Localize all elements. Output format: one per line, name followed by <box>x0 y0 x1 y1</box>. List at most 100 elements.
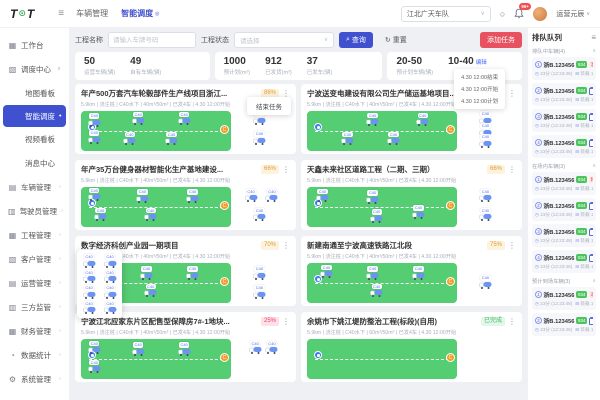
queue-item[interactable]: 2 浙B.123456 934 ◷ 23分 (12:23:48) <box>532 83 596 106</box>
sidebar-item[interactable]: ▥ 驾驶员管理 › <box>0 199 69 223</box>
queue-section-header[interactable]: 在场内车辆(3) ∧ <box>532 162 596 170</box>
copy-icon[interactable] <box>589 317 593 325</box>
notifications[interactable]: 99+ <box>514 8 524 19</box>
queue-item[interactable]: 4 浙B.123456 934 ◷ 23分 (12:23:48) <box>532 250 596 273</box>
queue-item[interactable]: 4 浙B.123456 934 ◷ 23分 (12:23:48) <box>532 135 596 158</box>
truck-icon[interactable]: C40 <box>366 266 380 280</box>
truck-icon[interactable]: C40 <box>412 266 426 280</box>
sidebar-item[interactable]: ▤ 运营管理 › <box>0 271 69 295</box>
truck-icon[interactable]: C40 <box>131 112 145 126</box>
more-menu-icon[interactable]: ⋮ <box>508 89 516 98</box>
truck-icon[interactable]: C40 <box>103 254 117 268</box>
truck-icon[interactable]: C40 <box>82 301 96 315</box>
project-card[interactable]: 天鑫未来社区道路工程（二期、三期） 66% ⋮ 5.9km | 浇注桩 | C4… <box>301 160 522 230</box>
schedule-popup-row[interactable]: 4.30 12:00计划 <box>454 95 505 107</box>
truck-icon[interactable]: C40 <box>82 285 96 299</box>
more-menu-icon[interactable]: ⋮ <box>282 317 290 326</box>
truck-icon[interactable]: C40 <box>87 341 101 355</box>
collapse-icon[interactable]: ∧ <box>592 48 596 54</box>
sidebar-item[interactable]: ▦ 财务管理 › <box>0 319 69 343</box>
truck-icon[interactable]: C40 <box>165 132 179 146</box>
more-menu-icon[interactable]: ⋮ <box>282 241 290 250</box>
sidebar-item[interactable]: ▦ 工作台 <box>0 33 69 57</box>
truck-icon[interactable]: C40 <box>144 208 158 222</box>
queue-filter-icon[interactable]: ≡ <box>591 33 596 42</box>
truck-icon[interactable]: C40 <box>366 113 380 127</box>
user-menu[interactable]: 运营元辰 ∨ <box>556 9 590 19</box>
add-task-button[interactable]: 添加任务 <box>480 32 522 48</box>
waiting-truck-icon[interactable]: C40 <box>248 341 262 355</box>
queue-item[interactable]: 3 浙B.123456 934 ◷ 23分 (12:23:48) <box>532 224 596 247</box>
more-menu-icon[interactable]: ⋮ <box>282 165 290 174</box>
truck-icon[interactable]: C40 <box>123 132 137 146</box>
waiting-truck-icon[interactable]: C40 <box>252 208 266 222</box>
waiting-truck-icon[interactable]: C40 <box>478 134 492 148</box>
truck-icon[interactable]: C40 <box>87 130 101 144</box>
truck-icon[interactable]: C40 <box>340 132 354 146</box>
copy-icon[interactable] <box>589 87 593 95</box>
project-card[interactable]: 数字经济科创产业园一期项目 70% ⋮ 5.9km | 浇注桩 | C40水下 … <box>75 236 296 306</box>
sidebar-item[interactable]: 视频看板 <box>0 127 69 151</box>
truck-icon[interactable]: C40 <box>386 132 400 146</box>
sidebar-item[interactable]: 消息中心 <box>0 151 69 175</box>
truck-icon[interactable]: C40 <box>320 265 334 279</box>
truck-icon[interactable]: C40 <box>370 209 384 223</box>
queue-item[interactable]: 1 浙B.123456 934 混(3m³) ◷ 23分 (12:2 <box>532 57 596 80</box>
topbar-tab[interactable]: 智能调度 ◎ <box>121 8 159 19</box>
waiting-truck-icon[interactable]: C40 <box>244 189 258 203</box>
sidebar-item[interactable]: ▤ 车辆管理 › <box>0 175 69 199</box>
collapse-menu-icon[interactable]: ≡ <box>58 8 64 19</box>
end-task-menu-item[interactable]: 结束任务 <box>256 104 282 111</box>
waiting-truck-icon[interactable]: C40 <box>265 189 279 203</box>
waiting-truck-icon[interactable]: C40 <box>252 131 266 145</box>
more-menu-icon[interactable]: ⋮ <box>508 317 516 326</box>
waiting-truck-icon[interactable]: C40 <box>252 285 266 299</box>
reset-button[interactable]: ↻ 重置 <box>378 32 414 48</box>
truck-icon[interactable]: C40 <box>144 284 158 298</box>
queue-item[interactable]: 1 浙B.123456 934 卸(3m³) ◷ 23分 (12:2 <box>532 172 596 195</box>
sidebar-item[interactable]: ▧ 客户管理 › <box>0 247 69 271</box>
topbar-tab[interactable]: 车辆管理 <box>76 8 108 19</box>
edit-link[interactable]: 编辑 <box>476 58 487 66</box>
copy-icon[interactable] <box>589 254 593 262</box>
schedule-popup-row[interactable]: 4.30 12:00结束 <box>454 71 505 83</box>
waiting-truck-icon[interactable]: C40 <box>478 208 492 222</box>
truck-icon[interactable]: C40 <box>94 208 108 222</box>
sidebar-item[interactable]: ⚙ 系统管理 › <box>0 367 69 391</box>
sidebar-item[interactable]: 智能调度 • <box>3 105 66 127</box>
queue-item[interactable]: 3 浙B.123456 934 ◷ 23分 (12:23:48) <box>532 109 596 132</box>
waiting-truck-icon[interactable]: C40 <box>265 341 279 355</box>
copy-icon[interactable] <box>589 113 593 121</box>
truck-icon[interactable]: C40 <box>135 189 149 203</box>
sidebar-item[interactable]: 地图看板 <box>0 81 69 105</box>
waiting-truck-icon[interactable]: C40 <box>478 189 492 203</box>
avatar[interactable] <box>533 7 547 21</box>
truck-icon[interactable]: C40 <box>103 270 117 284</box>
schedule-popup[interactable]: 4.30 12:00结束 4.30 12:00开始 4.30 12:00计划 <box>454 69 505 109</box>
truck-icon[interactable]: C40 <box>103 301 117 315</box>
truck-icon[interactable]: C40 <box>177 112 191 126</box>
truck-icon[interactable]: C40 <box>87 360 101 374</box>
waiting-truck-icon[interactable]: C40 <box>252 266 266 280</box>
fleet-select[interactable]: 江北广天车队 ∨ <box>401 6 491 22</box>
schedule-popup-row[interactable]: 4.30 12:00开始 <box>454 83 505 95</box>
queue-section-header[interactable]: 预计到场车辆(3) ∧ <box>532 277 596 285</box>
truck-icon[interactable]: C40 <box>87 113 101 127</box>
truck-icon[interactable]: C40 <box>131 342 145 356</box>
queue-item[interactable]: 2 浙B.123456 934 ◷ 23分 (12:23:48) <box>532 198 596 221</box>
project-card[interactable]: 宁波江北应家东片区配售型保障房7#-1地块... 25% ⋮ 5.9km | 浇… <box>75 312 296 382</box>
collapse-icon[interactable]: ∧ <box>592 278 596 284</box>
fullscreen-icon[interactable]: ○ <box>500 9 505 19</box>
project-card[interactable]: 年产500万套汽车轮毂部件生产线项目浙江... 86% ⋮ 结束任务 5.9km… <box>75 84 296 154</box>
sidebar-item[interactable]: ▥ 三方监管 › <box>0 295 69 319</box>
truck-icon[interactable]: C40 <box>366 190 380 204</box>
queue-item[interactable]: 1 浙B.123456 934 退(3m³) ◷ 23分 (12:2 <box>532 287 596 310</box>
truck-icon[interactable]: C40 <box>416 113 430 127</box>
copy-icon[interactable] <box>589 228 593 236</box>
truck-icon[interactable]: C40 <box>370 284 384 298</box>
more-menu-icon[interactable]: ⋮ <box>508 165 516 174</box>
queue-section-header[interactable]: 排队中车辆(4) ∧ <box>532 47 596 55</box>
truck-icon[interactable]: C40 <box>82 254 96 268</box>
project-status-select[interactable]: 请选择 ∨ <box>234 32 334 48</box>
project-card[interactable]: 新建南通至宁波高速铁路江北段 75% ⋮ 5.9km | 浇注桩 | C40水下… <box>301 236 522 306</box>
